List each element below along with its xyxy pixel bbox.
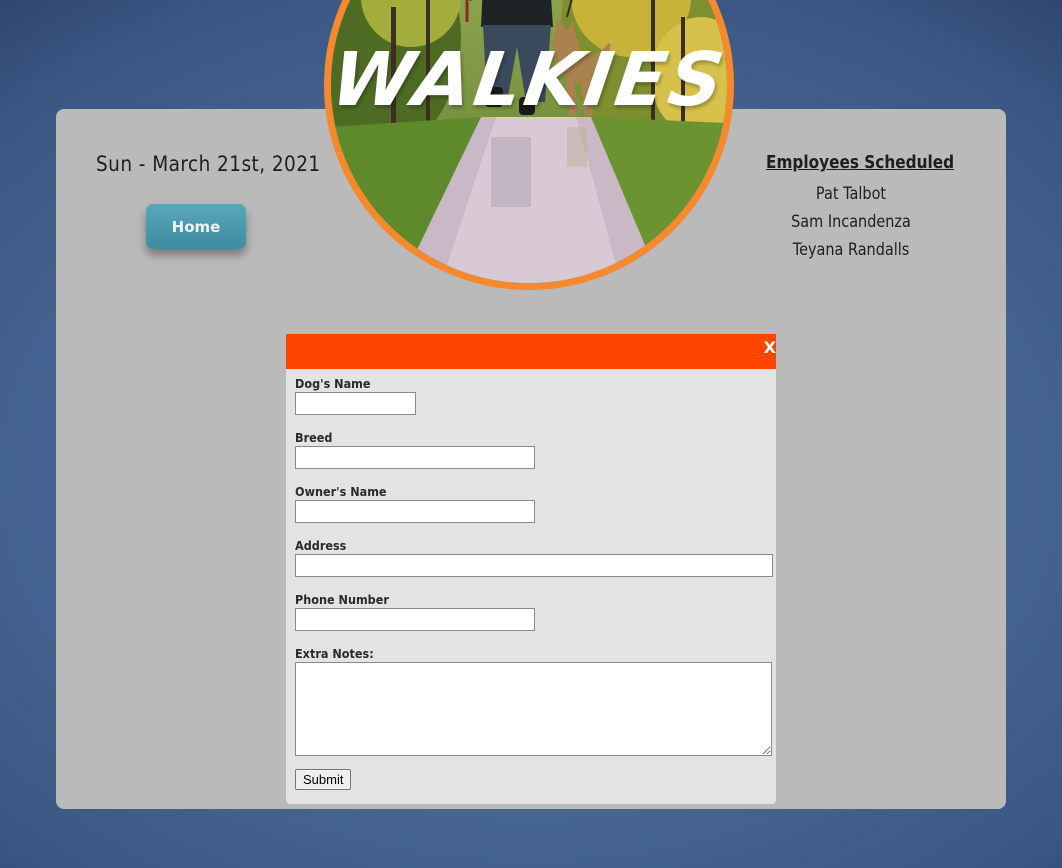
breed-input[interactable] (295, 446, 535, 469)
submit-button[interactable]: Submit (295, 769, 352, 790)
dog-name-input[interactable] (295, 392, 416, 415)
dog-registration-form: Dog's Name Breed Owner's Name Address Ph… (286, 369, 776, 790)
modal-header: X (286, 334, 776, 369)
extra-notes-label: Extra Notes: (295, 646, 374, 661)
employees-scheduled: Employees Scheduled Pat Talbot Sam Incan… (751, 152, 955, 264)
schedule-date: Sun - March 21st, 2021 (96, 152, 321, 176)
employee-name: Pat Talbot (815, 184, 887, 204)
dog-name-label: Dog's Name (295, 376, 371, 391)
employee-name: Teyana Randalls (792, 240, 910, 260)
employees-title: Employees Scheduled (766, 152, 955, 173)
address-input[interactable] (295, 554, 773, 577)
close-button[interactable]: X (764, 338, 776, 357)
owner-name-label: Owner's Name (295, 484, 387, 499)
phone-number-label: Phone Number (295, 592, 389, 607)
logo-wordmark: WALKIES (326, 37, 732, 123)
employee-list: Pat Talbot Sam Incandenza Teyana Randall… (751, 180, 951, 264)
home-button[interactable]: Home (146, 204, 246, 249)
employee-name: Sam Incandenza (791, 212, 911, 232)
phone-number-input[interactable] (295, 608, 535, 631)
owner-name-input[interactable] (295, 500, 535, 523)
dog-registration-modal: X Dog's Name Breed Owner's Name Address … (286, 334, 776, 804)
address-label: Address (295, 538, 347, 553)
extra-notes-textarea[interactable] (295, 662, 772, 756)
breed-label: Breed (295, 430, 333, 445)
